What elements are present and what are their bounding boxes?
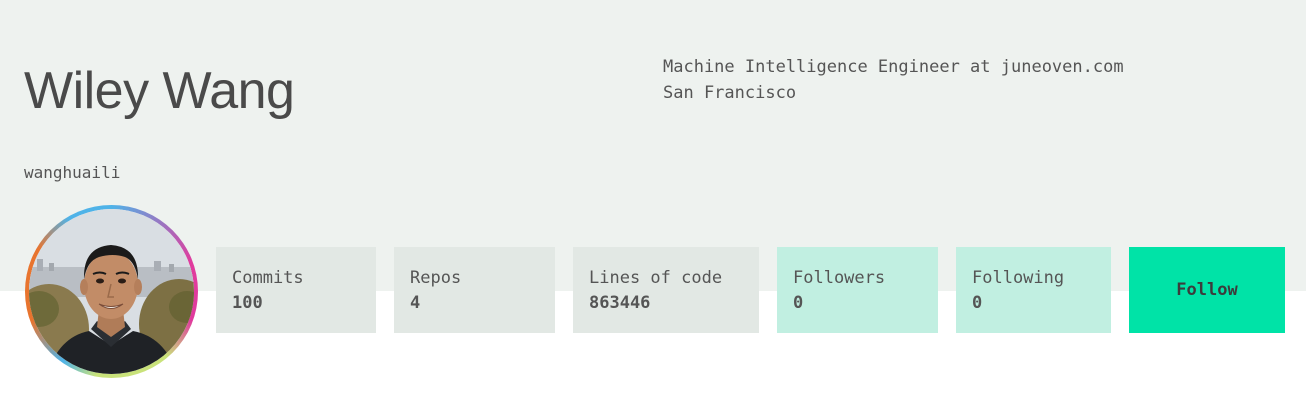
stat-lines-of-code: Lines of code 863446 — [573, 247, 759, 333]
stat-commits: Commits 100 — [216, 247, 376, 333]
bio-location: San Francisco — [663, 83, 797, 103]
stat-repos-label: Repos — [410, 268, 462, 288]
stat-followers-value: 0 — [793, 293, 804, 313]
profile-bio: Machine Intelligence Engineer at juneove… — [663, 54, 1124, 106]
stat-following[interactable]: Following 0 — [956, 247, 1111, 333]
stat-followers[interactable]: Followers 0 — [777, 247, 938, 333]
stat-followers-label: Followers — [793, 268, 886, 288]
follow-button[interactable]: Follow — [1129, 247, 1285, 333]
profile-card: Wiley Wang wanghuaili Machine Intelligen… — [0, 0, 1306, 420]
stat-repos-value: 4 — [410, 293, 421, 313]
stat-repos: Repos 4 — [394, 247, 555, 333]
stat-following-label: Following — [972, 268, 1065, 288]
profile-username: wanghuaili — [24, 163, 121, 182]
stat-commits-label: Commits — [232, 268, 304, 288]
avatar — [25, 205, 198, 378]
stat-following-value: 0 — [972, 293, 983, 313]
profile-name: Wiley Wang — [24, 62, 295, 120]
stat-commits-value: 100 — [232, 293, 263, 313]
stat-lines-of-code-label: Lines of code — [589, 268, 723, 288]
stat-lines-of-code-value: 863446 — [589, 293, 651, 313]
avatar-image — [29, 209, 194, 374]
bio-title: Machine Intelligence Engineer at juneove… — [663, 57, 1124, 77]
avatar-photo — [29, 209, 194, 374]
